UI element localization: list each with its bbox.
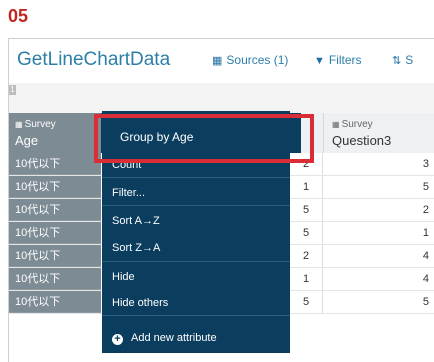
filters-label: Filters: [328, 53, 362, 67]
cell-value[interactable]: 5: [301, 222, 323, 244]
cell-question3[interactable]: 1: [323, 222, 434, 244]
cell-value[interactable]: 5: [301, 291, 323, 313]
column-name: Age: [15, 133, 39, 148]
cell-age[interactable]: 10代以下: [9, 176, 101, 198]
filters-button[interactable]: ▼ Filters: [314, 53, 362, 67]
table-grid-icon: ▦: [332, 120, 340, 129]
menu-item-sort-az[interactable]: Sort A→Z: [112, 215, 160, 227]
cell-age[interactable]: 10代以下: [9, 199, 101, 221]
cell-question3[interactable]: 3: [323, 153, 434, 175]
column-name: Question3: [332, 133, 392, 148]
column-header-age[interactable]: ▦ Survey Age: [9, 113, 101, 153]
menu-item-filter[interactable]: Filter...: [112, 187, 145, 199]
cell-question3[interactable]: 5: [323, 176, 434, 198]
cell-age[interactable]: 10代以下: [9, 153, 101, 175]
menu-item-add-attribute[interactable]: + Add new attribute: [102, 325, 290, 353]
column-header-question3[interactable]: ▦ Survey Question3: [323, 113, 434, 153]
funnel-icon: ▼: [314, 55, 325, 67]
toolbar: GetLineChartData ▦ Sources (1) ▼ Filters ⇅…: [9, 39, 434, 83]
menu-item-sort-za[interactable]: Sort Z→A: [112, 242, 160, 254]
cell-age[interactable]: 10代以下: [9, 291, 101, 313]
cell-value[interactable]: 2: [301, 245, 323, 267]
menu-item-hide-others[interactable]: Hide others: [112, 297, 168, 309]
app-title: GetLineChartData: [17, 49, 171, 70]
cell-value[interactable]: 1: [301, 268, 323, 290]
sources-button[interactable]: ▦ Sources (1): [212, 53, 288, 67]
table-grid-icon: ▦: [212, 55, 223, 67]
step-number: 05: [8, 6, 29, 26]
column-source-label: Survey: [341, 119, 373, 130]
sort-button[interactable]: ⇅ S: [392, 53, 413, 67]
cell-question3[interactable]: 4: [323, 268, 434, 290]
plus-circle-icon: +: [112, 334, 123, 345]
cell-age[interactable]: 10代以下: [9, 222, 101, 244]
cell-value[interactable]: 1: [301, 176, 323, 198]
sort-label: S: [405, 53, 414, 67]
menu-item-hide[interactable]: Hide: [112, 271, 135, 283]
cell-value[interactable]: 5: [301, 199, 323, 221]
table-grid-icon: ▦: [15, 120, 23, 129]
layer-badge: 1: [9, 85, 16, 95]
add-attribute-label: Add new attribute: [131, 332, 217, 344]
sort-icon: ⇅: [392, 55, 402, 67]
cell-question3[interactable]: 5: [323, 291, 434, 313]
menu-divider: [102, 315, 290, 316]
cell-age[interactable]: 10代以下: [9, 268, 101, 290]
menu-divider: [102, 177, 290, 178]
highlight-box: [94, 114, 314, 163]
menu-divider: [102, 261, 290, 262]
cell-question3[interactable]: 4: [323, 245, 434, 267]
cell-question3[interactable]: 2: [323, 199, 434, 221]
column-source-label: Survey: [24, 119, 56, 130]
cell-age[interactable]: 10代以下: [9, 245, 101, 267]
sources-label: Sources (1): [226, 53, 289, 67]
menu-divider: [102, 205, 290, 206]
